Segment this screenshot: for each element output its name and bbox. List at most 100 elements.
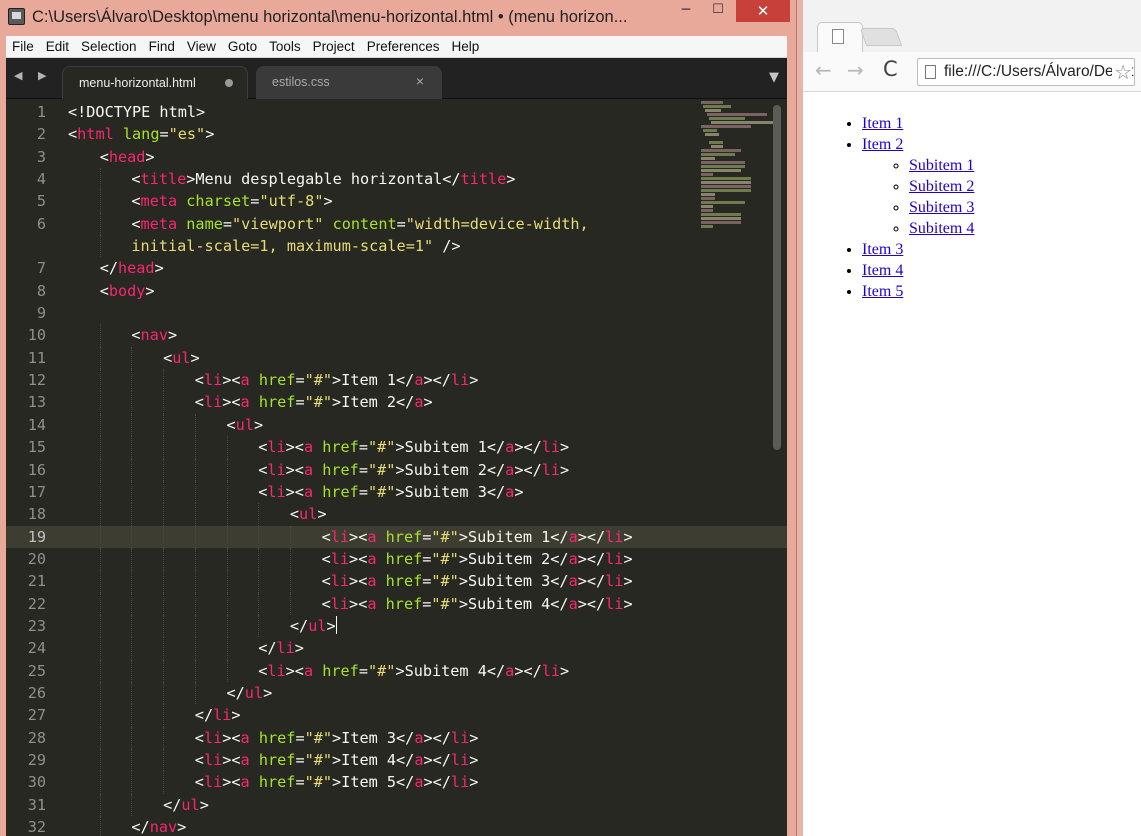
maximize-button[interactable]: ☐	[704, 2, 732, 24]
code-editor[interactable]: 1 <!DOCTYPE html> 2 <html lang="es"> 3 <head>…	[6, 99, 787, 836]
code-line[interactable]: 32 </nav>	[6, 816, 787, 836]
indent-guide	[99, 458, 101, 481]
nav-link-subitem-1[interactable]: Subitem 1	[909, 157, 974, 174]
code-line[interactable]: initial-scale=1, maximum-scale=1" />	[6, 235, 787, 258]
code-line[interactable]: 28 <li><a href="#">Item 3</a></li>	[6, 726, 787, 749]
code-line[interactable]: 31 </ul>	[6, 793, 787, 816]
code-line[interactable]: 16 <li><a href="#">Subitem 2</a></li>	[6, 458, 787, 481]
code-line[interactable]: 23 </ul>	[6, 614, 787, 638]
code-line[interactable]: 14 <ul>	[6, 413, 787, 437]
nav-link-item-3[interactable]: Item 3	[862, 241, 903, 258]
indent-guide	[131, 659, 133, 682]
code-text: <li><a href="#">Subitem 1</a></li>	[321, 527, 633, 546]
code-line[interactable]: 11 <ul>	[6, 346, 787, 370]
menu-find[interactable]: Find	[143, 36, 181, 58]
minimap-row	[705, 133, 719, 136]
tab-close-icon[interactable]: ×	[416, 73, 424, 89]
code-line[interactable]: 15 <li><a href="#">Subitem 1</a></li>	[6, 436, 787, 459]
nav-link-item-4[interactable]: Item 4	[862, 262, 903, 279]
code-line[interactable]: 4 <title>Menu desplegable horizontal</tit…	[6, 168, 787, 191]
tab-menu-horizontal-html[interactable]: menu-horizontal.html	[62, 66, 248, 99]
code-line[interactable]: 7 </head>	[6, 257, 787, 279]
code-line[interactable]: 21 <li><a href="#">Subitem 3</a></li>	[6, 570, 787, 593]
code-line[interactable]: 25 <li><a href="#">Subitem 4</a></li>	[6, 659, 787, 682]
tab-dropdown-icon[interactable]: ▼	[769, 70, 779, 85]
line-number: 29	[27, 750, 46, 769]
address-bar-url[interactable]: file:///C:/Users/Álvaro/Desktop/menu%20h…	[944, 63, 1134, 81]
nav-link-subitem-3[interactable]: Subitem 3	[909, 199, 974, 216]
code-text: </head>	[99, 259, 164, 278]
minimize-button[interactable]: ─	[672, 2, 700, 24]
indent-guide	[226, 503, 228, 526]
code-line[interactable]: 3 <head>	[6, 146, 787, 168]
code-text: </ul>	[289, 615, 337, 635]
line-number: 20	[27, 549, 46, 568]
code-line[interactable]: 17 <li><a href="#">Subitem 3</a>	[6, 480, 787, 504]
code-line[interactable]: 24 </li>	[6, 637, 787, 660]
code-line[interactable]: 26 </ul>	[6, 681, 787, 705]
menu-edit[interactable]: Edit	[40, 36, 75, 58]
reload-button[interactable]: C	[883, 57, 898, 81]
menu-goto[interactable]: Goto	[222, 36, 263, 58]
new-tab-button[interactable]	[859, 28, 903, 46]
line-number: 9	[36, 304, 46, 323]
minimap-row	[703, 129, 717, 132]
code-line[interactable]: 18 <ul>	[6, 503, 787, 526]
close-button[interactable]: ✕	[736, 0, 790, 22]
nav-link-item-2[interactable]: Item 2	[862, 136, 903, 153]
code-line[interactable]: 12 <li><a href="#">Item 1</a></li>	[6, 369, 787, 392]
code-line[interactable]: 27 </li>	[6, 704, 787, 727]
line-number: 11	[27, 348, 46, 367]
nav-link-item-5[interactable]: Item 5	[862, 283, 903, 300]
forward-button[interactable]: →	[847, 58, 864, 82]
menu-tools[interactable]: Tools	[263, 36, 307, 58]
minimap-row	[701, 161, 745, 164]
tab-estilos-css[interactable]: estilos.css ×	[256, 66, 442, 99]
code-line[interactable]: 13 <li><a href="#">Item 2</a>	[6, 391, 787, 414]
indent-guide	[131, 503, 133, 526]
nav-link-item-1[interactable]: Item 1	[862, 115, 903, 132]
code-line[interactable]: 6 <meta name="viewport" content="width=de…	[6, 212, 787, 236]
minimap[interactable]	[701, 101, 779, 228]
menu-view[interactable]: View	[181, 36, 222, 58]
vertical-scrollbar[interactable]	[773, 105, 781, 450]
minimap-row	[701, 125, 751, 128]
indent-guide	[163, 726, 165, 749]
menu-file[interactable]: File	[6, 36, 40, 58]
nav-link-subitem-2[interactable]: Subitem 2	[909, 178, 974, 195]
indent-guide	[163, 592, 165, 615]
minimap-row	[701, 217, 741, 220]
menu-help[interactable]: Help	[446, 36, 486, 58]
line-number: 28	[27, 728, 46, 747]
code-lines[interactable]: 1 <!DOCTYPE html> 2 <html lang="es"> 3 <head>…	[6, 101, 787, 836]
code-text: <li><a href="#">Subitem 4</a></li>	[321, 594, 633, 613]
menu-preferences[interactable]: Preferences	[361, 36, 446, 58]
code-line[interactable]: 1 <!DOCTYPE html>	[6, 101, 787, 123]
code-line[interactable]: 19 <li><a href="#">Subitem 1</a></li>	[6, 525, 787, 548]
browser-tab[interactable]	[817, 22, 863, 52]
nav-link-subitem-4[interactable]: Subitem 4	[909, 220, 974, 237]
code-line[interactable]: 20 <li><a href="#">Subitem 2</a></li>	[6, 547, 787, 571]
code-line[interactable]: 10 <nav>	[6, 324, 787, 347]
indent-guide	[131, 681, 133, 705]
indent-guide	[163, 458, 165, 481]
line-number: 24	[27, 639, 46, 658]
unsaved-dot-icon[interactable]	[225, 79, 233, 87]
code-line[interactable]: 30 <li><a href="#">Item 5</a></li>	[6, 771, 787, 794]
bookmark-star-icon[interactable]: ☆	[1112, 60, 1132, 84]
code-line[interactable]: 5 <meta charset="utf-8">	[6, 190, 787, 213]
submenu-item: Subitem 1	[909, 155, 1141, 176]
menu-project[interactable]: Project	[307, 36, 361, 58]
page-content: Item 1 Item 2 Subitem 1 Subitem 2 Subitem 3 S…	[803, 93, 1141, 836]
tab-nav-arrows-icon[interactable]: ◀ ▶	[14, 69, 52, 82]
minimap-row	[701, 157, 715, 160]
code-line[interactable]: 8 <body>	[6, 280, 787, 302]
code-text: <ul>	[226, 415, 264, 434]
address-bar[interactable]: file:///C:/Users/Álvaro/Desktop/menu%20h…	[917, 58, 1135, 86]
code-line[interactable]: 29 <li><a href="#">Item 4</a></li>	[6, 748, 787, 772]
code-line[interactable]: 9	[6, 302, 787, 324]
code-line[interactable]: 2 <html lang="es">	[6, 123, 787, 145]
code-line[interactable]: 22 <li><a href="#">Subitem 4</a></li>	[6, 592, 787, 615]
menu-selection[interactable]: Selection	[75, 36, 143, 58]
back-button[interactable]: ←	[815, 58, 832, 82]
